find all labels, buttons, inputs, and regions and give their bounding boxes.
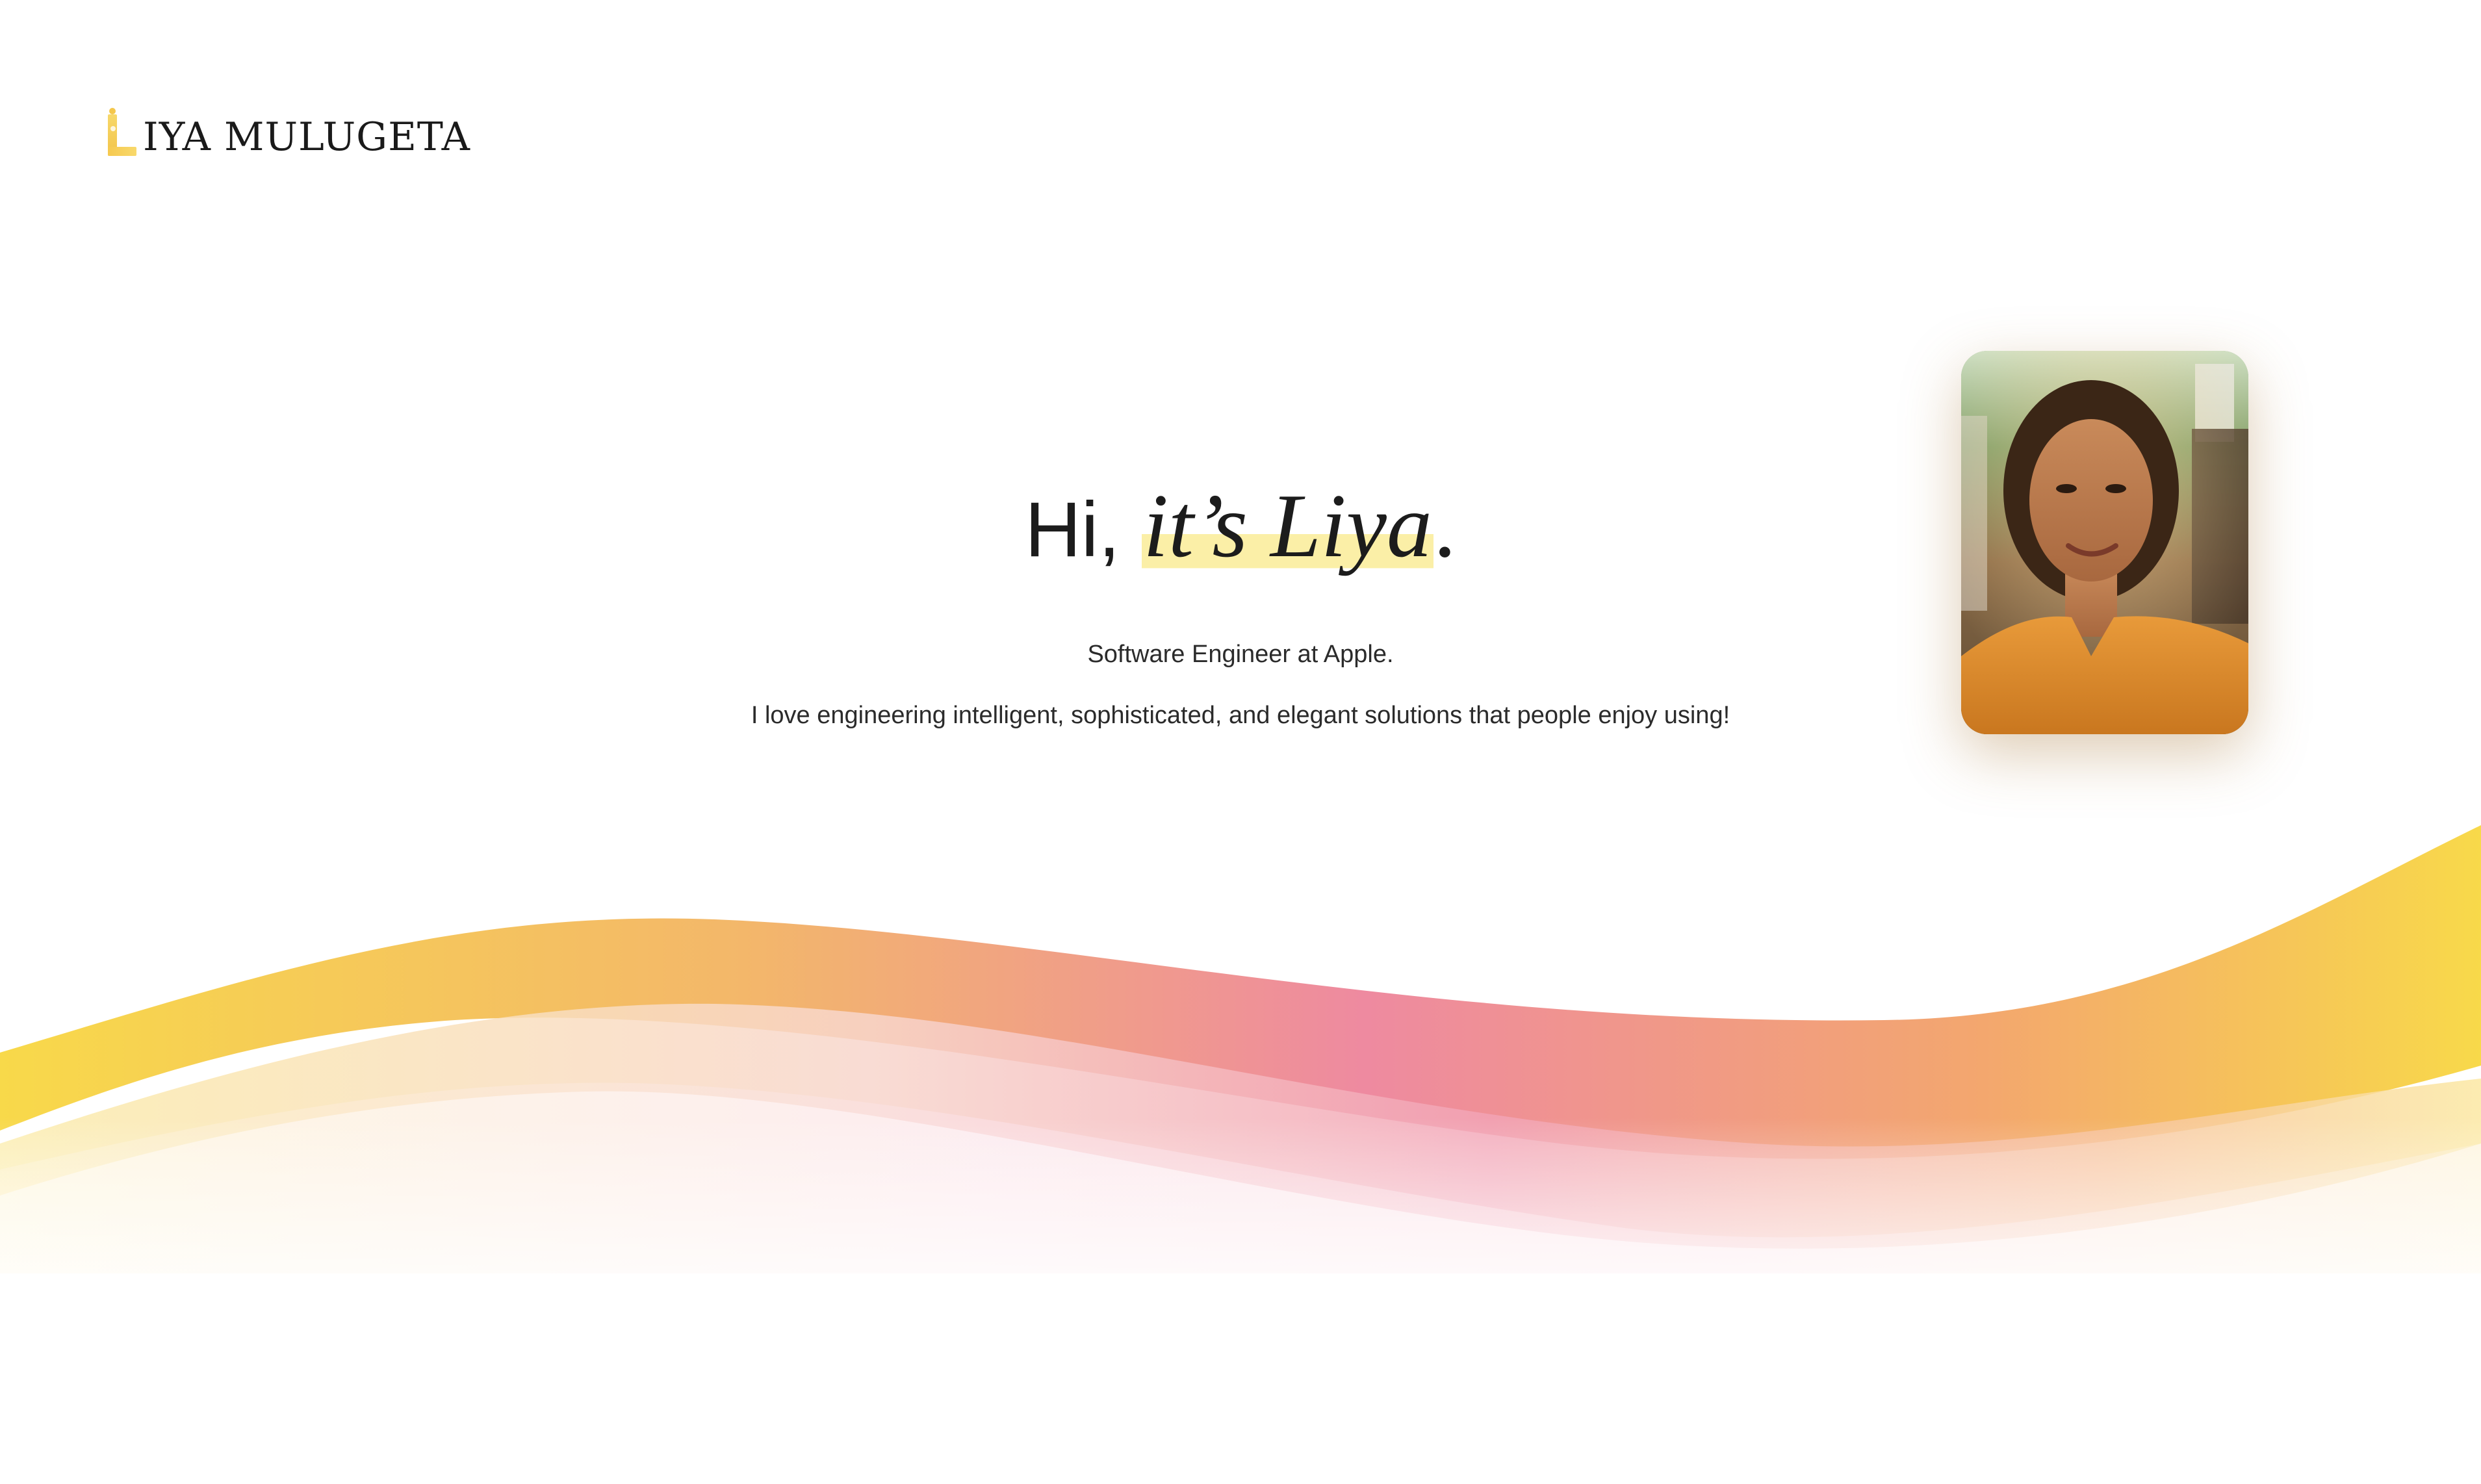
logo-text: IYA MULUGETA [143,114,470,160]
page: IYA MULUGETA Hi, it’s Liya. Software Eng… [0,0,2481,1484]
decorative-waves [0,825,2481,1484]
logo-mark-icon [105,108,139,157]
headline-period: . [1433,476,1456,576]
profile-photo [1961,351,2248,734]
headline-name: it’s Liya [1142,476,1433,576]
headline-greeting: Hi, [1025,486,1120,573]
site-logo[interactable]: IYA MULUGETA [105,105,470,157]
